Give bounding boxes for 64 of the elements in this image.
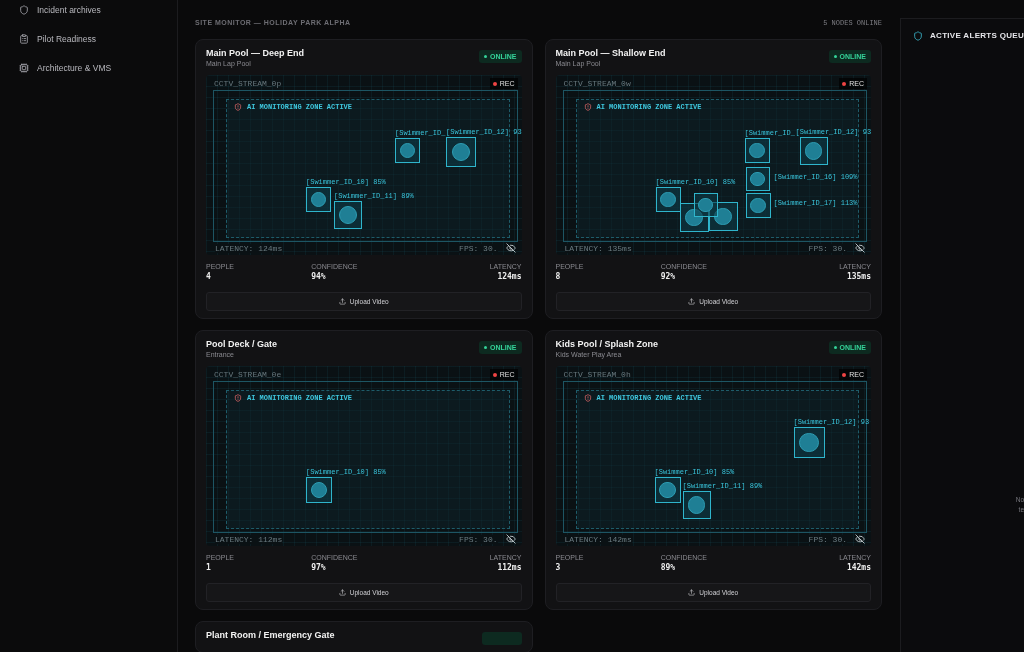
- upload-icon: [338, 298, 346, 305]
- stat-value: 89%: [660, 562, 676, 573]
- detection-box: [793, 427, 825, 458]
- detection-box: [745, 193, 771, 218]
- detection-box: [799, 137, 828, 165]
- sidebar-item[interactable]: Architecture & VMS: [0, 59, 177, 77]
- sidebar-item[interactable]: Incident archives: [0, 1, 177, 19]
- shield-icon: [234, 103, 242, 111]
- stream-id: CCTV_STREAM_0h: [563, 370, 631, 379]
- stat-value: 97%: [311, 562, 326, 573]
- camera-name: Plant Room / Emergency Gate: [206, 629, 335, 641]
- detection-box: [654, 477, 681, 503]
- eye-off-icon[interactable]: [855, 534, 865, 544]
- chip-icon: [19, 63, 29, 73]
- upload-icon: [688, 298, 696, 305]
- camera-name: Pool Deck / Gate: [206, 338, 278, 350]
- stream-id: CCTV_STREAM_0p: [214, 79, 282, 88]
- sidebar-item[interactable]: Pilot Readiness: [0, 30, 177, 48]
- fps-readout: FPS: 30.: [459, 244, 498, 253]
- camera-name: Kids Pool / Splash Zone: [555, 338, 658, 350]
- stat-value: 124ms: [497, 271, 522, 282]
- shield-icon: [234, 394, 242, 402]
- stat-value: 92%: [660, 271, 676, 282]
- upload-icon: [688, 589, 696, 596]
- camera-name: Main Pool — Shallow End: [555, 47, 666, 59]
- detection-box: [693, 193, 718, 217]
- shield-icon: [19, 5, 29, 15]
- shield-icon: [583, 103, 592, 111]
- detection-box: [655, 187, 681, 212]
- eye-off-icon[interactable]: [855, 243, 865, 253]
- stat-value: 142ms: [846, 562, 871, 573]
- eye-off-icon[interactable]: [505, 534, 516, 544]
- detection-box: [745, 167, 770, 191]
- detection-box: [708, 202, 738, 231]
- stat-value: 112ms: [497, 562, 522, 573]
- latency-readout: LATENCY: 135ms: [564, 244, 632, 253]
- camera-name: Main Pool — Deep End: [206, 47, 304, 59]
- shield-icon: [583, 394, 592, 402]
- latency-readout: LATENCY: 112ms: [215, 535, 283, 544]
- detection-box: [682, 491, 711, 519]
- stat-value: 94%: [311, 271, 326, 282]
- latency-readout: LATENCY: 142ms: [564, 535, 632, 544]
- fps-readout: FPS: 30.: [808, 535, 847, 544]
- detection-box: [306, 187, 331, 212]
- detection-box: [446, 137, 476, 167]
- eye-off-icon[interactable]: [505, 243, 516, 253]
- stat-value: 4: [206, 271, 211, 282]
- upload-icon: [338, 589, 346, 596]
- detection-box: [744, 138, 770, 163]
- stream-id: CCTV_STREAM_0e: [214, 370, 282, 379]
- shield-icon: [913, 31, 923, 41]
- alerts-title: ACTIVE ALERTS QUEU: [930, 30, 1024, 42]
- clipboard-icon: [19, 34, 29, 44]
- stream-id: CCTV_STREAM_0w: [563, 79, 631, 88]
- stat-value: 8: [555, 271, 561, 282]
- latency-readout: LATENCY: 124ms: [215, 244, 283, 253]
- detection-box: [306, 477, 332, 503]
- detection-box: [395, 138, 420, 163]
- fps-readout: FPS: 30.: [459, 535, 498, 544]
- fps-readout: FPS: 30.: [808, 244, 847, 253]
- stat-value: 1: [206, 562, 211, 573]
- detection-box: [334, 201, 362, 229]
- stat-value: 135ms: [846, 271, 871, 282]
- stat-value: 3: [555, 562, 561, 573]
